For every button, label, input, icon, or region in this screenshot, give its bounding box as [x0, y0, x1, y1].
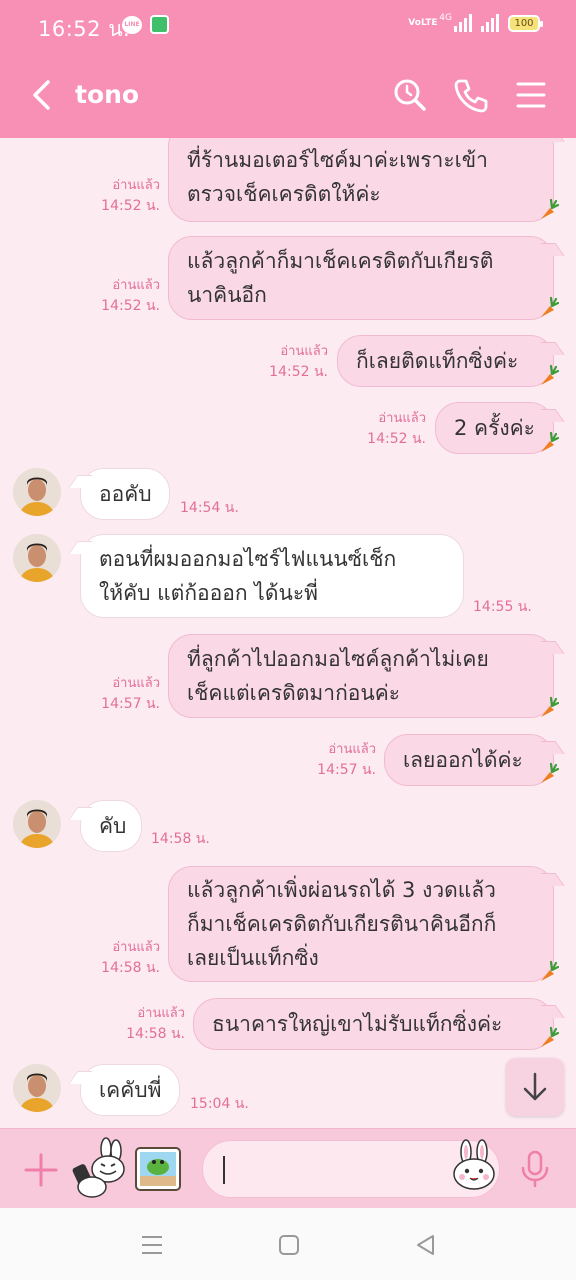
avatar[interactable] — [13, 800, 61, 848]
message-meta: อ่านแล้ว 14:52 น. — [60, 276, 160, 316]
outgoing-message-bubble[interactable]: ก็เลยติดแท็กซิ่งค่ะ — [337, 335, 554, 387]
message-line: ที่ลูกค้าไปออกมอไซค์ลูกค้าไม่เคย — [187, 647, 489, 671]
message-time: 14:52 น. — [367, 431, 426, 447]
chat-header: tono — [0, 52, 576, 138]
message-meta: อ่านแล้ว 14:58 น. — [85, 1004, 185, 1044]
message-line: นาคินอีก — [187, 283, 267, 307]
carrot-icon — [541, 296, 559, 317]
back-icon[interactable] — [413, 1232, 439, 1258]
scroll-to-bottom-button[interactable] — [506, 1058, 564, 1116]
carrot-icon — [541, 696, 559, 717]
message-line: คับ — [99, 814, 127, 838]
message-line: เคคับพี่ — [99, 1078, 162, 1102]
avatar[interactable] — [13, 534, 61, 582]
carrot-icon — [541, 960, 559, 981]
outgoing-message-bubble[interactable]: แล้วลูกค้าก็มาเช็คเครดิตกับเกียรติ นาคิน… — [168, 236, 554, 320]
status-indicators: VoLTE 4G 100 — [408, 14, 543, 32]
system-nav-bar — [0, 1208, 576, 1280]
message-meta: อ่านแล้ว 14:58 น. — [60, 938, 160, 978]
incoming-message-bubble[interactable]: เคคับพี่ — [80, 1064, 180, 1116]
outgoing-message-bubble[interactable]: แล้วลูกค้าเพิ่งผ่อนรถได้ 3 งวดแล้ว ก็มาเ… — [168, 866, 554, 982]
message-time: 14:57 น. — [101, 696, 160, 712]
plus-icon[interactable] — [23, 1152, 59, 1188]
message-line: ออคับ — [99, 482, 152, 506]
message-line: ธนาคารใหญ่เขาไม่รับแท็กซิ่งค่ะ — [212, 1012, 503, 1036]
battery-icon: 100 — [508, 14, 543, 32]
message-line: เลยออกได้ค่ะ — [403, 748, 523, 772]
menu-icon[interactable] — [512, 76, 550, 114]
message-time: 14:58 น. — [151, 831, 210, 847]
incoming-message-bubble[interactable]: ออคับ — [80, 468, 170, 520]
volte-icon: VoLTE — [408, 17, 438, 28]
home-icon[interactable] — [276, 1232, 302, 1258]
contact-name[interactable]: tono — [75, 80, 139, 109]
message-meta: อ่านแล้ว 14:57 น. — [276, 740, 376, 780]
read-receipt: อ่านแล้ว — [378, 411, 426, 426]
message-time: 14:54 น. — [180, 500, 239, 516]
status-bar: 16:52 น. LINE VoLTE 4G 100 — [0, 0, 576, 52]
carrot-icon — [541, 762, 559, 783]
search-icon[interactable] — [391, 76, 429, 114]
message-line: 2 ครั้งค่ะ — [454, 416, 535, 440]
app-notification-icon — [150, 15, 169, 34]
message-time: 14:52 น. — [101, 198, 160, 214]
message-line: แล้วลูกค้าเพิ่งผ่อนรถได้ 3 งวดแล้ว — [187, 878, 496, 902]
photo-sticker-icon[interactable] — [133, 1145, 183, 1193]
back-arrow-icon[interactable] — [26, 76, 60, 114]
outgoing-message-bubble[interactable]: ธนาคารใหญ่เขาไม่รับแท็กซิ่งค่ะ — [193, 998, 554, 1050]
read-receipt: อ่านแล้ว — [328, 742, 376, 757]
read-receipt: อ่านแล้ว — [112, 178, 160, 193]
avatar[interactable] — [13, 1064, 61, 1112]
message-meta: อ่านแล้ว 14:57 น. — [60, 674, 160, 714]
avatar[interactable] — [13, 468, 61, 516]
message-line: แล้วลูกค้าก็มาเช็คเครดิตกับเกียรติ — [187, 249, 494, 273]
outgoing-message-bubble[interactable]: ที่ร้านมอเตอร์ไซค์มาค่ะเพราะเข้า ตรวจเช็… — [168, 138, 554, 222]
outgoing-message-bubble[interactable]: ที่ลูกค้าไปออกมอไซค์ลูกค้าไม่เคย เช็คแต่… — [168, 634, 554, 718]
message-line: ตอนที่ผมออกมอไซร์ไฟแนนซ์เช็ก — [99, 547, 397, 571]
incoming-message-bubble[interactable]: ตอนที่ผมออกมอไซร์ไฟแนนซ์เช็ก ให้คับ แต่ก… — [80, 534, 464, 618]
read-receipt: อ่านแล้ว — [112, 940, 160, 955]
message-line: ตรวจเช็คเครดิตให้ค่ะ — [187, 182, 381, 206]
phone-icon[interactable] — [452, 76, 490, 114]
incoming-message-bubble[interactable]: คับ — [80, 800, 142, 852]
message-time: 14:58 น. — [101, 960, 160, 976]
message-line: ที่ร้านมอเตอร์ไซค์มาค่ะเพราะเข้า — [187, 148, 488, 172]
status-time: 16:52 น. — [38, 17, 131, 41]
message-meta: อ่านแล้ว 14:52 น. — [60, 176, 160, 216]
microphone-icon[interactable] — [518, 1149, 552, 1189]
carrot-icon — [541, 431, 559, 452]
message-line: ให้คับ แต่ก้อออก ได้นะพี่ — [99, 581, 318, 605]
signal-icon — [481, 14, 499, 32]
chat-area[interactable]: ที่ร้านมอเตอร์ไซค์มาค่ะเพราะเข้า ตรวจเช็… — [0, 138, 576, 1128]
carrot-icon — [541, 198, 559, 219]
message-time: 14:52 น. — [101, 298, 160, 314]
emoji-icon[interactable] — [446, 1138, 502, 1194]
signal-4g-icon: 4G — [439, 14, 472, 32]
message-time: 15:04 น. — [190, 1096, 249, 1112]
line-notification-icon: LINE — [122, 16, 142, 34]
read-receipt: อ่านแล้ว — [137, 1006, 185, 1021]
message-meta: อ่านแล้ว 14:52 น. — [228, 342, 328, 382]
message-time: 14:55 น. — [473, 599, 532, 615]
message-line: ก็มาเช็คเครดิตกับเกียรตินาคินอีกก็ — [187, 912, 497, 936]
sticker-icon[interactable] — [70, 1137, 126, 1199]
read-receipt: อ่านแล้ว — [280, 344, 328, 359]
read-receipt: อ่านแล้ว — [112, 676, 160, 691]
carrot-icon — [541, 364, 559, 385]
message-time: 14:58 น. — [126, 1026, 185, 1042]
network-type: 4G — [439, 13, 452, 23]
read-receipt: อ่านแล้ว — [112, 278, 160, 293]
carrot-icon — [541, 1026, 559, 1047]
recent-apps-icon[interactable] — [139, 1232, 165, 1258]
message-line: ก็เลยติดแท็กซิ่งค่ะ — [356, 349, 519, 373]
message-meta: อ่านแล้ว 14:52 น. — [326, 409, 426, 449]
message-line: เช็คแต่เครดิตมาก่อนค่ะ — [187, 681, 401, 705]
text-cursor — [223, 1156, 225, 1184]
outgoing-message-bubble[interactable]: เลยออกได้ค่ะ — [384, 734, 554, 786]
message-line: เลยเป็นแท็กซิ่ง — [187, 946, 319, 970]
message-time: 14:57 น. — [317, 762, 376, 778]
message-time: 14:52 น. — [269, 364, 328, 380]
arrow-down-icon — [523, 1072, 547, 1101]
